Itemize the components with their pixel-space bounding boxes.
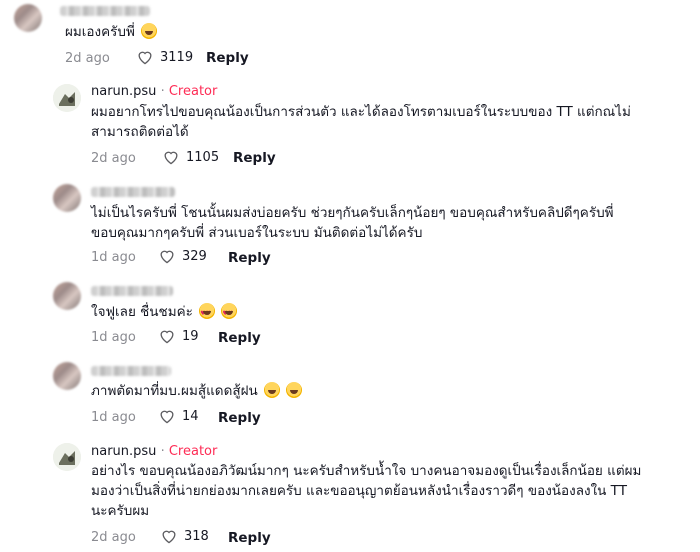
heart-icon xyxy=(164,151,178,165)
comment-date: 1d ago xyxy=(91,330,136,345)
like-count: 1105 xyxy=(186,149,220,165)
smiling-hearts-emoji-icon xyxy=(221,303,238,324)
comment-username[interactable]: narun.psu · Creator xyxy=(91,444,217,459)
like-button[interactable]: 1105 xyxy=(162,149,219,165)
reply-button[interactable]: Reply xyxy=(206,50,249,66)
creator-badge: Creator xyxy=(168,444,218,459)
comment-text: ภาพตัดมาที่มบ.ผมสู้แดดสู้ฝน xyxy=(91,381,303,401)
heart-icon xyxy=(160,330,174,344)
comment-date: 1d ago xyxy=(91,250,136,265)
comment-username[interactable]: narun.psu · Creator xyxy=(91,84,217,99)
like-count: 318 xyxy=(184,528,209,544)
grinning-emoji-icon xyxy=(264,382,281,398)
comment-text: อย่างไร ขอบคุณน้องอภิวัฒน์มากๆ นะครับสำห… xyxy=(91,463,642,519)
reply-button[interactable]: Reply xyxy=(218,330,261,346)
comment-text: ผมอยากโทรไปขอบคุณน้องเป็นการส่วนตัว และไ… xyxy=(91,104,631,140)
comment-date: 2d ago xyxy=(91,151,136,166)
creator-badge: Creator xyxy=(168,84,218,99)
blurred-username xyxy=(91,187,175,197)
avatar[interactable] xyxy=(53,84,81,112)
like-count: 329 xyxy=(182,248,207,264)
grinning-emoji-icon xyxy=(286,382,303,398)
reply-button[interactable]: Reply xyxy=(228,250,271,266)
like-count: 3119 xyxy=(160,49,194,65)
heart-icon xyxy=(160,410,174,424)
avatar[interactable] xyxy=(14,4,42,32)
like-button[interactable]: 329 xyxy=(158,248,207,264)
comment-date: 1d ago xyxy=(91,410,136,425)
heart-icon xyxy=(162,530,176,544)
heart-icon xyxy=(138,51,152,65)
blurred-username xyxy=(91,286,173,296)
grinning-emoji-icon xyxy=(141,23,158,39)
blurred-username xyxy=(91,366,171,376)
comment-date: 2d ago xyxy=(65,51,110,66)
avatar[interactable] xyxy=(53,184,81,212)
like-count: 19 xyxy=(182,328,199,344)
like-button[interactable]: 318 xyxy=(160,528,209,544)
like-count: 14 xyxy=(182,408,199,424)
comment-text: ไม่เป็นไรครับพี่ โชนนั้นผมส่งบ่อยครับ ช่… xyxy=(91,205,614,241)
creator-avatar-icon xyxy=(53,443,81,471)
like-button[interactable]: 14 xyxy=(158,408,199,424)
comment-date: 2d ago xyxy=(91,530,136,545)
blurred-username xyxy=(60,6,150,16)
comment-text: ผมเองครับพี่ xyxy=(65,22,158,42)
smiling-hearts-emoji-icon xyxy=(199,303,216,324)
heart-icon xyxy=(160,250,174,264)
avatar[interactable] xyxy=(53,282,81,310)
like-button[interactable]: 19 xyxy=(158,328,199,344)
avatar[interactable] xyxy=(53,362,81,390)
reply-button[interactable]: Reply xyxy=(233,150,276,166)
reply-button[interactable]: Reply xyxy=(228,530,271,546)
comment-text: ใจฟูเลย ชื่นชมค่ะ xyxy=(91,302,238,324)
like-button[interactable]: 3119 xyxy=(136,49,193,65)
creator-avatar-icon xyxy=(53,84,81,112)
reply-button[interactable]: Reply xyxy=(218,410,261,426)
avatar[interactable] xyxy=(53,443,81,471)
